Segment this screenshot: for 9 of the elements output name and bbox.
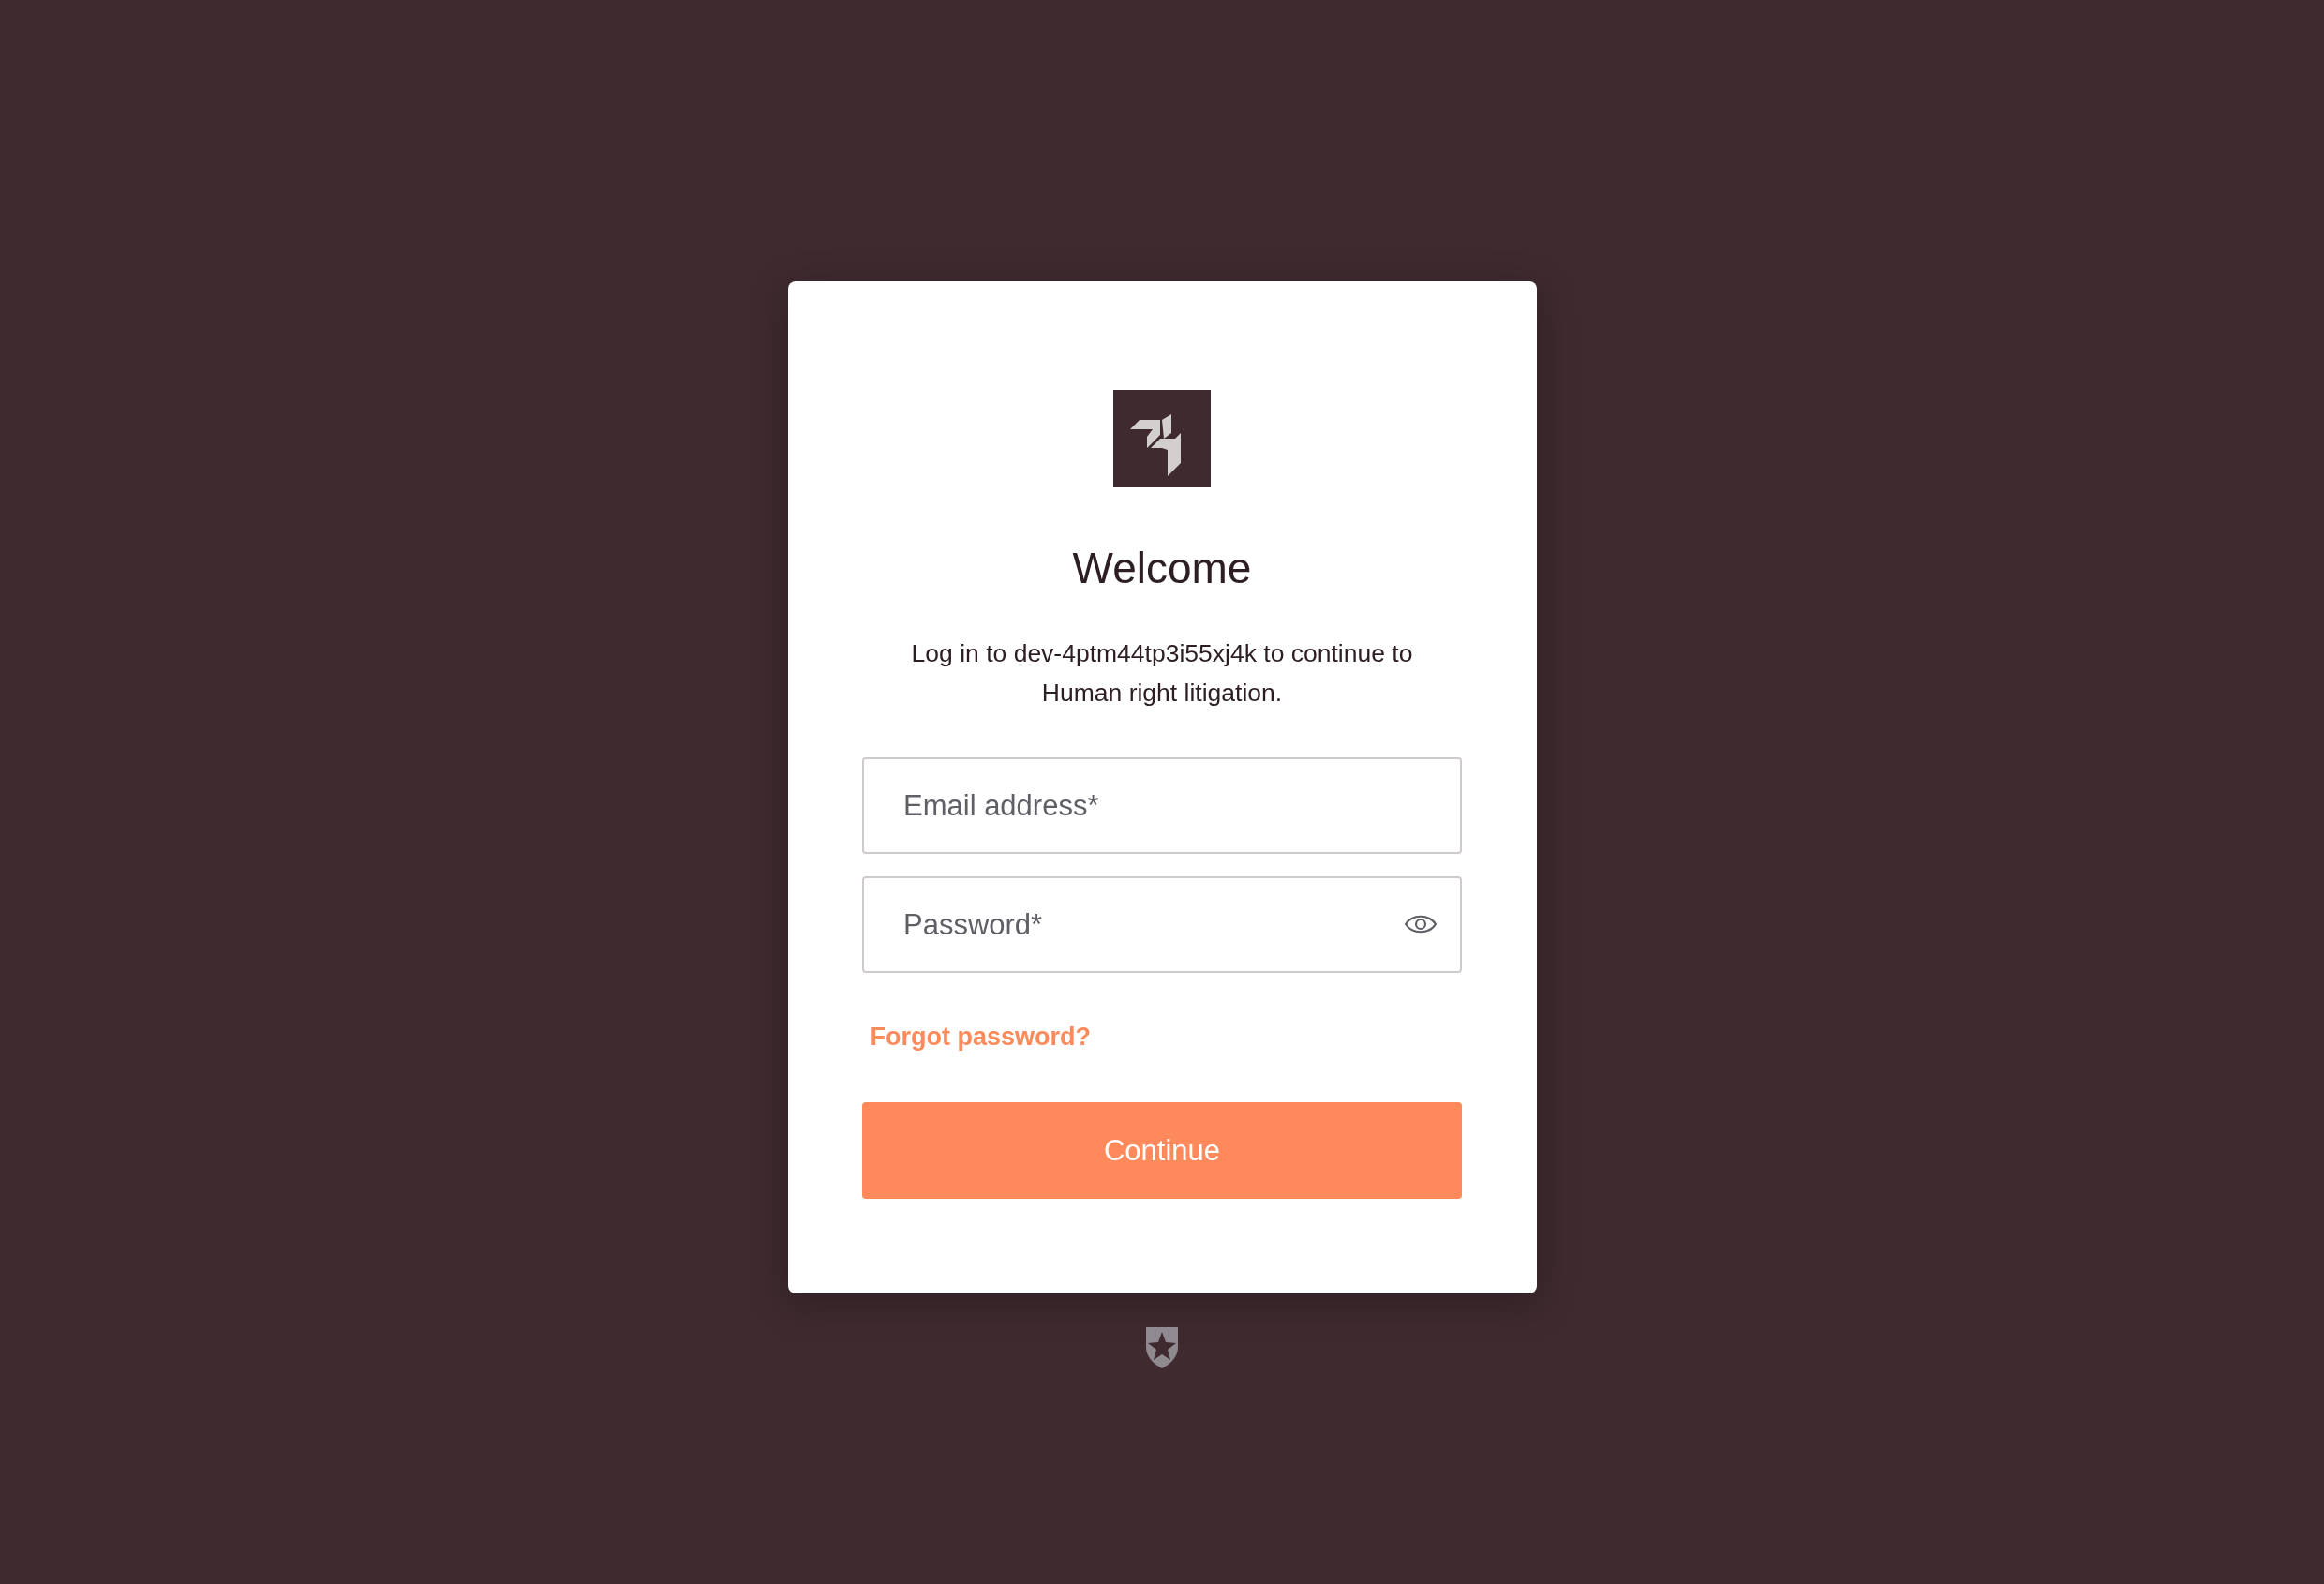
eye-icon[interactable] xyxy=(1404,913,1438,935)
continue-button[interactable]: Continue xyxy=(862,1102,1462,1199)
logo-icon xyxy=(1113,390,1211,487)
welcome-title: Welcome xyxy=(1072,543,1252,594)
shield-icon[interactable] xyxy=(1143,1325,1181,1370)
email-field[interactable]: Email address* xyxy=(862,757,1462,854)
password-field[interactable]: Password* xyxy=(862,876,1462,973)
login-description: Log in to dev-4ptm44tp3i55xj4k to continue to Human right litigation. xyxy=(910,638,1414,709)
forgot-password-link[interactable]: Forgot password? xyxy=(870,1023,1091,1052)
